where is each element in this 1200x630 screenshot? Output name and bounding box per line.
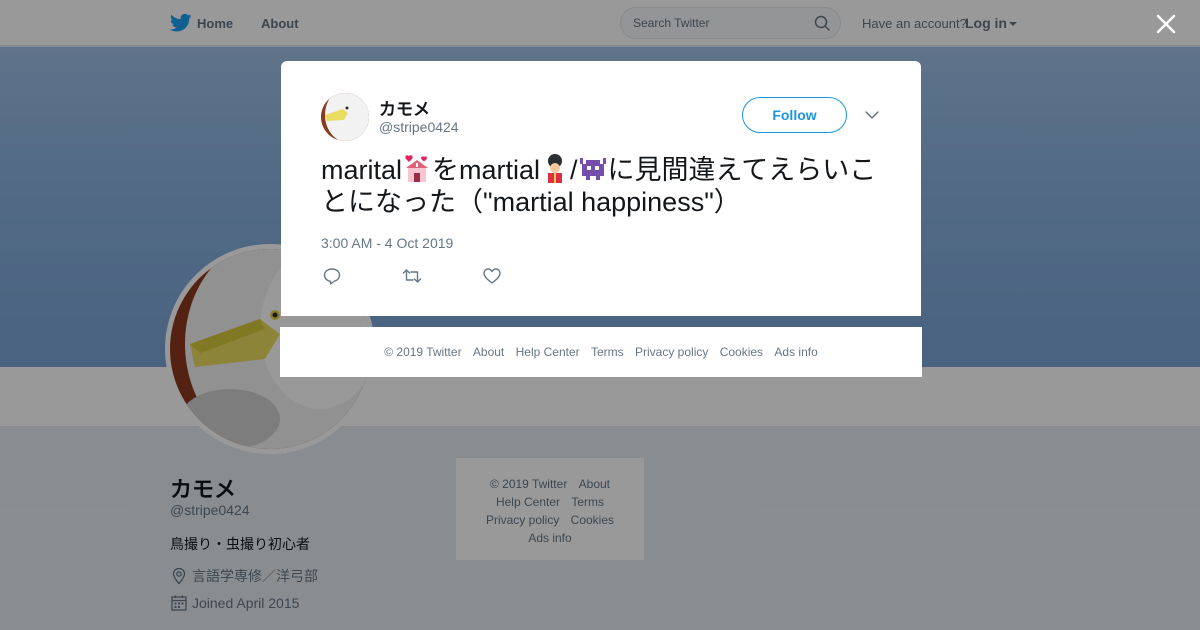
tweet-author-avatar[interactable] [321, 93, 369, 141]
guard-emoji-icon [548, 154, 563, 183]
close-icon[interactable] [1155, 13, 1177, 35]
tweet-text-segment: / [570, 155, 578, 185]
modal-footer-terms-link[interactable]: Terms [591, 345, 624, 359]
like-heart-icon[interactable] [482, 266, 502, 286]
modal-footer-about-link[interactable]: About [473, 345, 504, 359]
chevron-down-icon[interactable] [864, 107, 880, 123]
modal-footer-copyright: © 2019 Twitter [384, 345, 462, 359]
tweet-text-segment: marital [321, 155, 403, 185]
wedding-chapel-emoji-icon [405, 155, 429, 182]
modal-footer-privacy-link[interactable]: Privacy policy [635, 345, 708, 359]
follow-button[interactable]: Follow [742, 97, 847, 133]
tweet-modal: カモメ @stripe0424 Follow marital をmartial … [281, 61, 921, 316]
reply-icon[interactable] [322, 266, 342, 286]
tweet-author-name[interactable]: カモメ [379, 95, 430, 120]
retweet-icon[interactable] [402, 266, 422, 286]
tweet-author-handle[interactable]: @stripe0424 [379, 119, 459, 135]
space-invader-emoji-icon [579, 158, 606, 180]
modal-footer-cookies-link[interactable]: Cookies [720, 345, 763, 359]
tweet-timestamp[interactable]: 3:00 AM - 4 Oct 2019 [321, 235, 453, 251]
modal-footer-ads-link[interactable]: Ads info [774, 345, 817, 359]
seagull-thumbnail [321, 93, 369, 141]
modal-footer: © 2019 Twitter About Help Center Terms P… [280, 327, 922, 377]
tweet-text: marital をmartial / に見間違えてえらいことになった（"mart… [321, 154, 881, 218]
tweet-text-segment: をmartial [432, 155, 541, 185]
modal-footer-help-link[interactable]: Help Center [516, 345, 580, 359]
